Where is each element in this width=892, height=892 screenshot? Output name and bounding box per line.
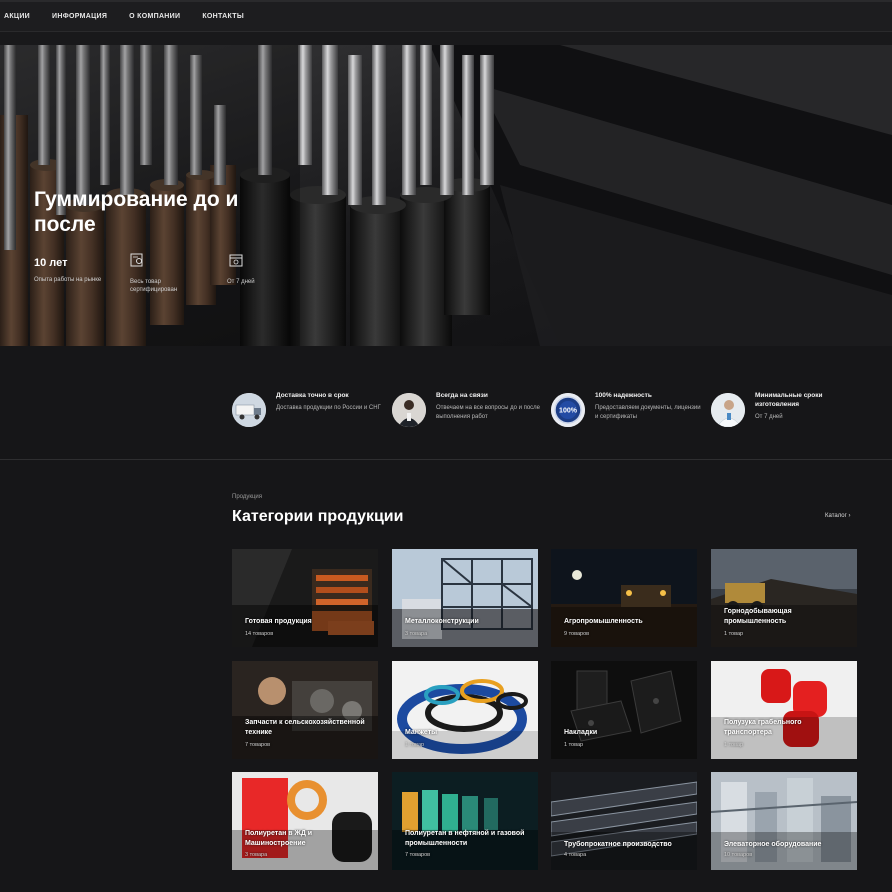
feature-title: Доставка точно в срок (276, 392, 349, 399)
category-name: Полиуретан в нефтяной и газовой промышле… (405, 830, 525, 847)
nav-spacer (0, 32, 892, 45)
section-eyebrow: Продукция (232, 494, 263, 500)
stat-term-label: От 7 дней (227, 279, 255, 285)
stat-certified-line-2: сертифицирован (130, 287, 178, 293)
category-count: 10 товаров (724, 852, 753, 858)
category-name: Агропромышленность (564, 618, 643, 625)
feature-reliability: 100% 100% надежность Предоставляем докум… (551, 391, 701, 431)
feature-text: Отвечаем на все вопросы до и после выпол… (436, 405, 541, 420)
badge-100-icon: 100% (551, 393, 585, 427)
category-card[interactable]: Накладки 1 товар (551, 661, 697, 759)
category-card[interactable]: Полиуретан в нефтяной и газовой промышле… (392, 772, 538, 870)
category-name: Элеваторное оборудование (724, 841, 822, 848)
category-count: 14 товаров (245, 631, 274, 637)
category-name: Горнодобывающая промышленность (724, 608, 792, 625)
category-name: Запчасти к сельскохозяйственной технике (245, 719, 365, 736)
feature-terms: Минимальные сроки изготовления От 7 дней (711, 391, 861, 431)
feature-text: От 7 дней (755, 414, 783, 420)
category-count: 1 товар (724, 631, 744, 637)
category-count: 7 товаров (245, 742, 271, 748)
nav-item-promotions[interactable]: АКЦИИ (4, 13, 30, 20)
calendar-icon (229, 254, 243, 267)
truck-icon (232, 393, 266, 427)
feature-delivery: Доставка точно в срок Доставка продукции… (232, 391, 382, 431)
feature-title: 100% надежность (595, 392, 652, 399)
category-card[interactable]: Трубопрокатное производство 4 товара (551, 772, 697, 870)
category-card[interactable]: Полиуретан в ЖД и Машиностроение 3 товар… (232, 772, 378, 870)
features-strip: Доставка точно в срок Доставка продукции… (0, 346, 892, 460)
stat-years-label: Опыта работы на рынке (34, 277, 102, 283)
hero-slider: Гуммирование до и после 10 лет Опыта раб… (0, 45, 892, 346)
category-card[interactable]: Манжеты 1 товар (392, 661, 538, 759)
category-count: 9 товаров (564, 631, 590, 637)
category-card[interactable]: Металлоконструкции 3 товара (392, 549, 538, 647)
nav-item-contacts[interactable]: КОНТАКТЫ (202, 13, 244, 20)
category-name: Накладки (564, 729, 598, 736)
category-name: Манжеты (405, 729, 438, 736)
category-count: 7 товаров (405, 852, 431, 858)
feature-support: Всегда на связи Отвечаем на все вопросы … (392, 391, 542, 431)
certificate-icon (130, 253, 143, 267)
feature-text: Доставка продукции по России и СНГ (276, 405, 381, 411)
category-name: Полузука грабельного транспортера (724, 719, 802, 736)
category-card[interactable]: Полузука грабельного транспортера 1 това… (711, 661, 857, 759)
feature-title: Минимальные сроки изготовления (755, 392, 823, 408)
category-name: Готовая продукция (245, 618, 312, 625)
category-count: 4 товара (564, 852, 587, 858)
category-card[interactable]: Элеваторное оборудование 10 товаров (711, 772, 857, 870)
hero-title: Гуммирование до и после (34, 188, 239, 236)
category-card[interactable]: Готовая продукция 14 товаров (232, 549, 378, 647)
stat-certified-line-1: Весь товар (130, 279, 161, 285)
categories-section: Продукция Категории продукции Каталог › … (0, 460, 892, 892)
badge-label: 100% (559, 408, 578, 415)
support-person-icon (392, 393, 426, 427)
section-heading: Категории продукции (232, 508, 404, 525)
category-name: Полиуретан в ЖД и Машиностроение (245, 830, 313, 847)
category-count: 1 товар (405, 742, 425, 748)
category-card[interactable]: Агропромышленность 9 товаров (551, 549, 697, 647)
catalog-link[interactable]: Каталог › (825, 513, 850, 519)
category-name: Трубопрокатное производство (564, 841, 672, 848)
feature-title: Всегда на связи (436, 392, 488, 399)
nav-item-information[interactable]: ИНФОРМАЦИЯ (52, 13, 107, 20)
category-card[interactable]: Горнодобывающая промышленность 1 товар (711, 549, 857, 647)
doctor-icon (711, 393, 745, 427)
category-count: 3 товара (405, 631, 428, 637)
category-count: 1 товар (564, 742, 584, 748)
category-name: Металлоконструкции (405, 618, 479, 625)
category-count: 3 товара (245, 852, 268, 858)
top-navigation: АКЦИИ ИНФОРМАЦИЯ О КОМПАНИИ КОНТАКТЫ (0, 0, 892, 32)
nav-item-about[interactable]: О КОМПАНИИ (129, 13, 180, 20)
category-count: 1 товар (724, 742, 744, 748)
feature-text: Предоставляем документы, лицензии и серт… (595, 405, 701, 420)
stat-years-value: 10 лет (34, 257, 68, 269)
category-card[interactable]: Запчасти к сельскохозяйственной технике … (232, 661, 378, 759)
